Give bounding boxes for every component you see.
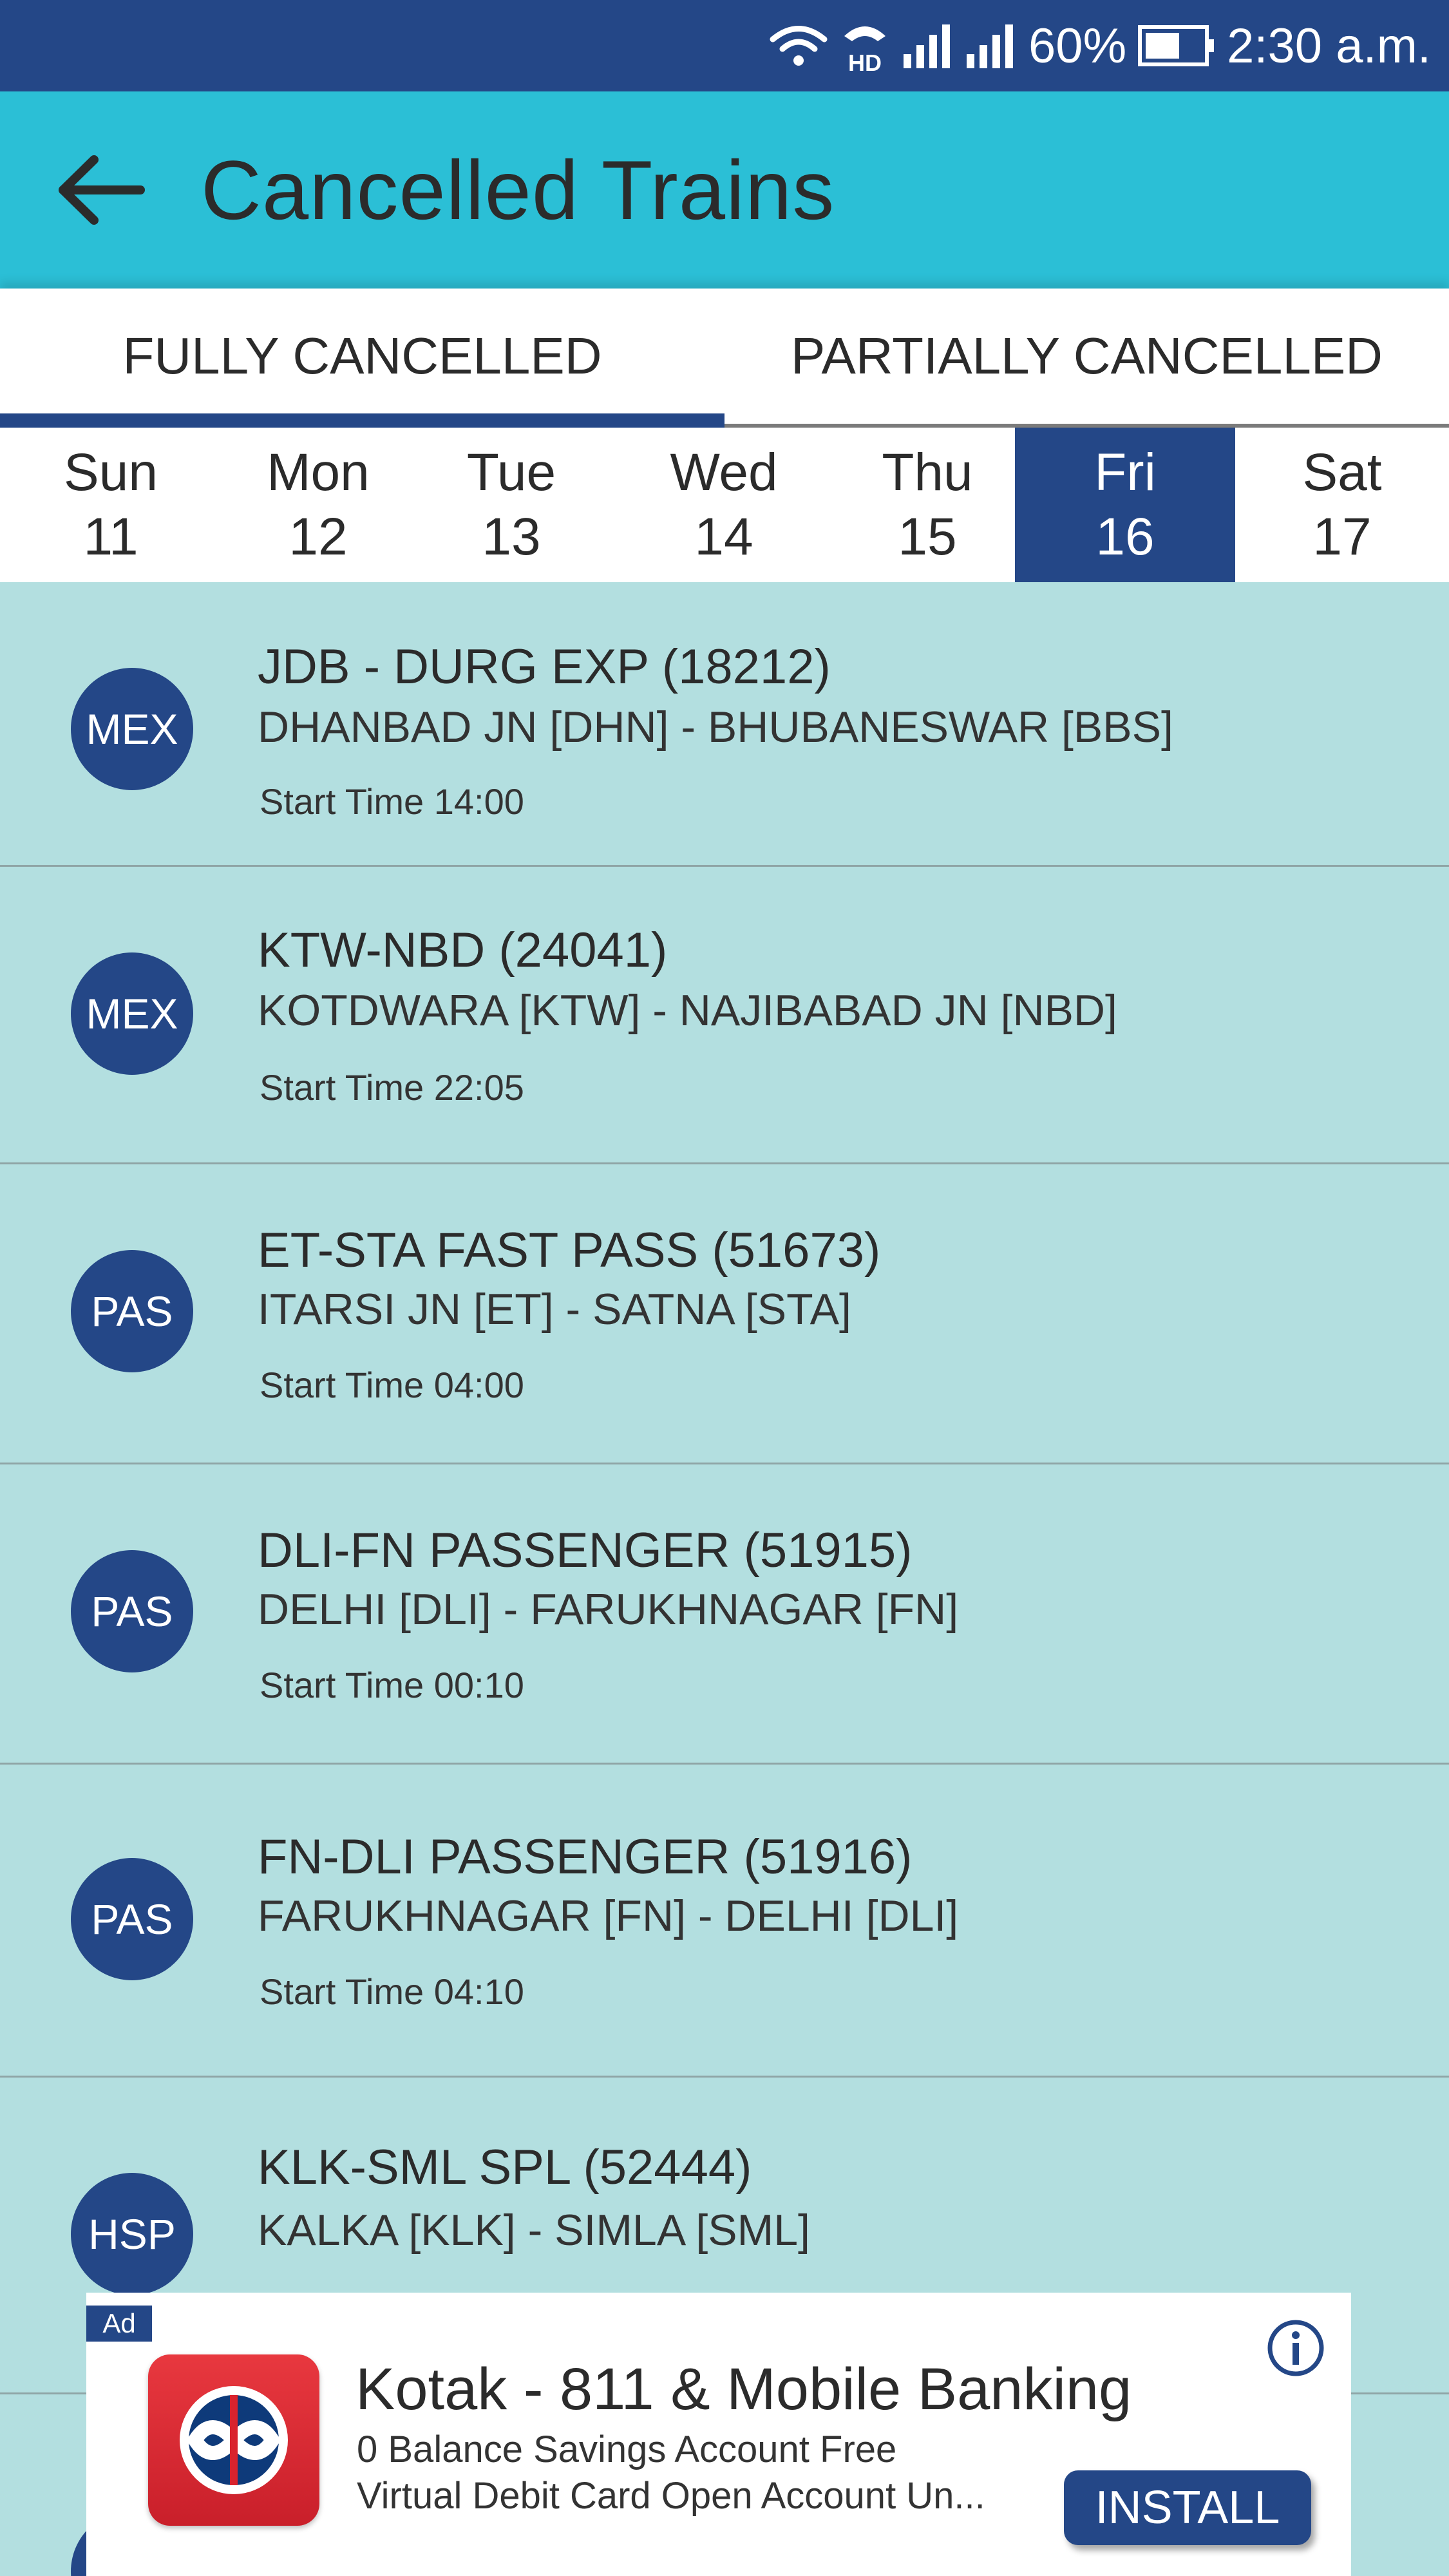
- train-start-time: Start Time 04:00: [260, 1365, 524, 1405]
- ad-description: Virtual Debit Card Open Account Un...: [357, 2475, 985, 2517]
- info-icon[interactable]: [1266, 2318, 1325, 2378]
- day-date: 16: [1095, 507, 1155, 566]
- svg-text:HD: HD: [848, 50, 882, 75]
- train-route: FARUKHNAGAR [FN] - DELHI [DLI]: [258, 1891, 959, 1940]
- install-button[interactable]: INSTALL: [1064, 2470, 1311, 2545]
- day-date: 17: [1312, 507, 1372, 566]
- battery-percent: 60%: [1028, 18, 1127, 73]
- signal-icon: [902, 23, 954, 68]
- train-type-badge: PAS: [71, 1858, 193, 1980]
- day-date: 12: [289, 507, 348, 566]
- train-route: DELHI [DLI] - FARUKHNAGAR [FN]: [258, 1585, 959, 1634]
- day-thu[interactable]: Thu 15: [840, 428, 1015, 582]
- app-bar: Cancelled Trains: [0, 91, 1449, 289]
- tab-label: FULLY CANCELLED: [122, 327, 602, 384]
- day-sat[interactable]: Sat 17: [1235, 428, 1449, 582]
- train-name: FN-DLI PASSENGER (51916): [258, 1830, 913, 1884]
- day-name: Tue: [466, 443, 556, 502]
- day-name: Wed: [670, 443, 778, 502]
- train-name: KTW-NBD (24041): [258, 923, 668, 978]
- train-start-time: Start Time 22:05: [260, 1067, 524, 1108]
- tab-partially-cancelled[interactable]: PARTIALLY CANCELLED: [724, 289, 1449, 424]
- clock: 2:30 a.m.: [1227, 18, 1431, 73]
- day-name: Mon: [267, 443, 370, 502]
- screen: HD 60% 2:30 a.m. Cancelled Trains FULLY …: [0, 0, 1449, 2576]
- train-route: ITARSI JN [ET] - SATNA [STA]: [258, 1285, 851, 1334]
- train-row[interactable]: MEX KTW-NBD (24041) KOTDWARA [KTW] - NAJ…: [0, 867, 1449, 1164]
- kotak-logo-icon: [148, 2354, 319, 2526]
- train-type-badge: HSP: [71, 2173, 193, 2295]
- train-type-badge: MEX: [71, 668, 193, 790]
- wifi-icon: [770, 23, 828, 68]
- day-date: 13: [482, 507, 541, 566]
- train-row[interactable]: MEX JDB - DURG EXP (18212) DHANBAD JN [D…: [0, 582, 1449, 867]
- train-name: DLI-FN PASSENGER (51915): [258, 1523, 913, 1578]
- day-wed[interactable]: Wed 14: [608, 428, 840, 582]
- day-name: Sun: [64, 443, 158, 502]
- train-start-time: Start Time 00:10: [260, 1665, 524, 1705]
- train-route: KALKA [KLK] - SIMLA [SML]: [258, 2206, 810, 2255]
- train-name: ET-STA FAST PASS (51673): [258, 1223, 881, 1278]
- tab-bar: FULLY CANCELLED PARTIALLY CANCELLED: [0, 289, 1449, 428]
- train-row[interactable]: PAS ET-STA FAST PASS (51673) ITARSI JN […: [0, 1164, 1449, 1464]
- ad-description: 0 Balance Savings Account Free: [357, 2429, 897, 2470]
- day-date: 14: [694, 507, 753, 566]
- ad-banner[interactable]: Ad Kotak - 811 & Mobile Banking 0 Balanc…: [86, 2293, 1351, 2576]
- day-name: Fri: [1094, 443, 1156, 502]
- day-date: 11: [83, 507, 138, 566]
- train-start-time: Start Time 04:10: [260, 1971, 524, 2012]
- day-selector: Sun 11 Mon 12 Tue 13 Wed 14 Thu 15 Fri 1…: [0, 428, 1449, 582]
- train-type-badge: PAS: [71, 1550, 193, 1672]
- train-name: KLK-SML SPL (52444): [258, 2140, 752, 2195]
- train-type-badge: MEX: [71, 952, 193, 1075]
- signal-icon: [965, 23, 1017, 68]
- day-mon[interactable]: Mon 12: [222, 428, 415, 582]
- train-name: JDB - DURG EXP (18212): [258, 639, 831, 694]
- day-tue[interactable]: Tue 13: [415, 428, 608, 582]
- tab-label: PARTIALLY CANCELLED: [791, 327, 1383, 384]
- back-button[interactable]: [50, 138, 153, 242]
- day-date: 15: [898, 507, 957, 566]
- day-sun[interactable]: Sun 11: [0, 428, 222, 582]
- arrow-left-icon: [59, 155, 145, 225]
- day-name: Thu: [882, 443, 973, 502]
- page-title: Cancelled Trains: [201, 143, 835, 237]
- train-row[interactable]: PAS FN-DLI PASSENGER (51916) FARUKHNAGAR…: [0, 1765, 1449, 2078]
- train-route: DHANBAD JN [DHN] - BHUBANESWAR [BBS]: [258, 703, 1173, 752]
- train-route: KOTDWARA [KTW] - NAJIBABAD JN [NBD]: [258, 986, 1117, 1035]
- battery-icon: [1138, 25, 1215, 66]
- status-bar: HD 60% 2:30 a.m.: [0, 0, 1449, 91]
- hd-call-icon: HD: [839, 17, 891, 75]
- ad-tag: Ad: [86, 2306, 152, 2342]
- train-row[interactable]: PAS DLI-FN PASSENGER (51915) DELHI [DLI]…: [0, 1464, 1449, 1765]
- train-start-time: Start Time 14:00: [260, 781, 524, 822]
- day-name: Sat: [1302, 443, 1382, 502]
- train-type-badge: PAS: [71, 1250, 193, 1372]
- tab-indicator: [0, 413, 724, 428]
- tab-fully-cancelled[interactable]: FULLY CANCELLED: [0, 289, 724, 428]
- day-fri[interactable]: Fri 16: [1015, 428, 1235, 582]
- ad-title: Kotak - 811 & Mobile Banking: [355, 2356, 1132, 2422]
